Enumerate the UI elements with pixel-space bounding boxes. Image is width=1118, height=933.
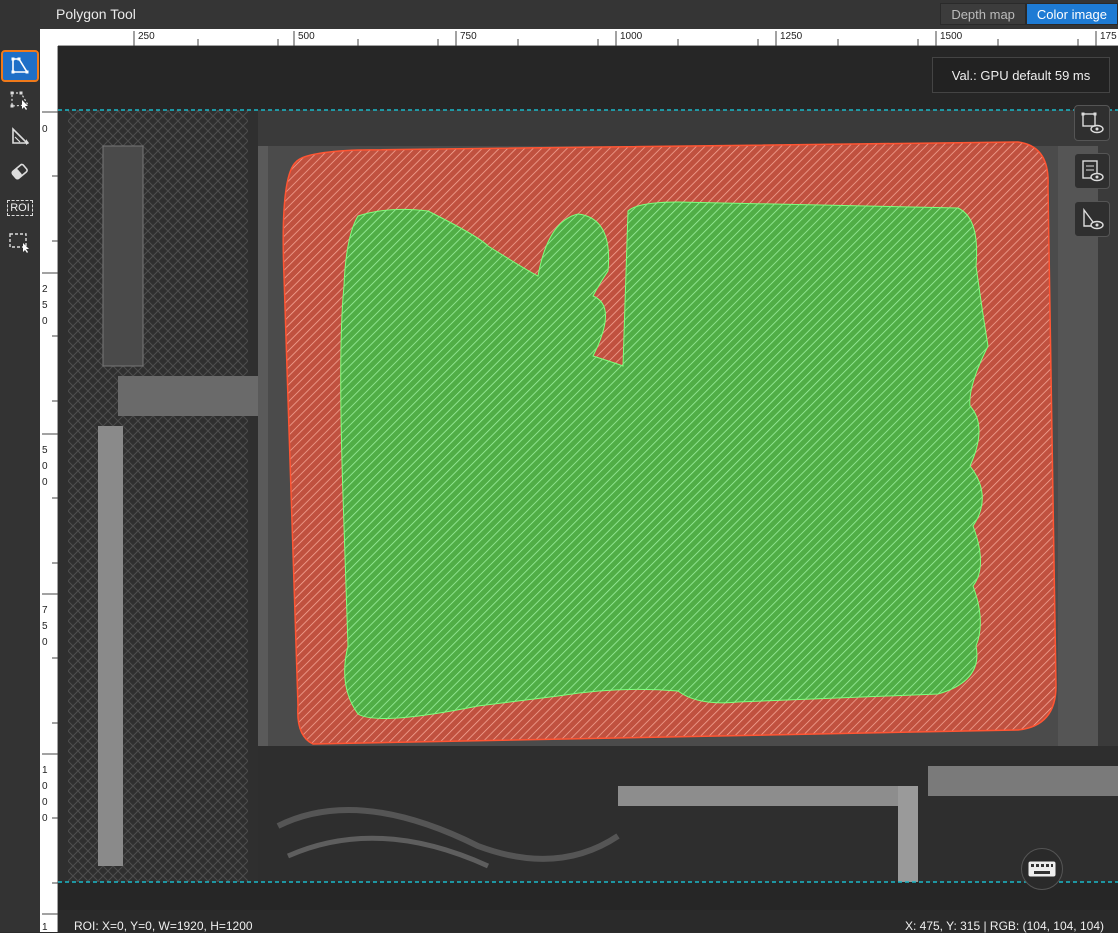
checklist-view-icon — [1082, 160, 1104, 182]
left-toolbar: ROI — [0, 0, 41, 932]
ruler-label: 500 — [298, 31, 315, 42]
ruler-label: 175 — [1100, 31, 1117, 42]
ruler-label: 1000 — [620, 31, 643, 42]
roi-select-icon — [9, 233, 29, 253]
title-bar: Polygon Tool Depth map Color image — [40, 0, 1118, 30]
roi-tool-button[interactable]: ROI — [3, 194, 37, 222]
ruler-label: 500 — [42, 445, 48, 488]
checklist-view-button[interactable] — [1074, 153, 1110, 189]
ruler-label: 1250 — [780, 31, 803, 42]
val-readout: Val.: GPU default 59 ms — [932, 57, 1110, 93]
roi-select-tool-button[interactable] — [3, 228, 37, 256]
depth-shape-icon — [12, 127, 29, 145]
depth-view-button[interactable] — [1074, 201, 1110, 237]
image-canvas[interactable]: Val.: GPU default 59 ms — [58, 46, 1118, 910]
view-toggle: Depth map Color image — [940, 3, 1118, 25]
cursor-status: X: 475, Y: 315 | RGB: (104, 104, 104) — [904, 919, 1104, 933]
ruler-label: 750 — [42, 605, 48, 648]
polygon-icon — [11, 57, 29, 74]
top-ruler: 250 500 750 1000 1250 1500 175 — [58, 29, 1118, 46]
depth-tool-button[interactable] — [3, 122, 37, 150]
eraser-tool-button[interactable] — [3, 158, 37, 186]
ruler-label: 250 — [138, 31, 155, 42]
val-label: Val.: — [951, 67, 977, 83]
green-polygon-region — [340, 201, 989, 719]
polygon-view-button[interactable] — [1074, 105, 1110, 141]
polygon-view-icon — [1081, 112, 1104, 134]
roi-icon: ROI — [7, 200, 33, 216]
roi-status: ROI: X=0, Y=0, W=1920, H=1200 — [74, 919, 253, 933]
color-image-tab[interactable]: Color image — [1025, 3, 1118, 25]
keyboard-icon — [1028, 861, 1056, 877]
ruler-label: 1 — [42, 922, 48, 932]
camera-image — [58, 46, 1118, 910]
val-text: GPU default 59 ms — [980, 67, 1091, 83]
ruler-label: 1000 — [42, 765, 48, 824]
eraser-icon — [11, 163, 28, 180]
point-edit-tool-button[interactable] — [3, 86, 37, 114]
depth-view-icon — [1083, 207, 1104, 230]
status-bar: ROI: X=0, Y=0, W=1920, H=1200 X: 475, Y:… — [58, 910, 1118, 933]
left-ruler: 0 250 500 750 1000 1 — [40, 46, 58, 932]
point-edit-icon — [10, 91, 30, 110]
keyboard-button[interactable] — [1021, 848, 1063, 890]
ruler-corner — [40, 29, 58, 46]
window-title: Polygon Tool — [56, 6, 136, 22]
ruler-label: 750 — [460, 31, 477, 42]
ruler-label: 0 — [42, 124, 48, 135]
ruler-label: 1500 — [940, 31, 963, 42]
depth-map-tab[interactable]: Depth map — [940, 3, 1026, 25]
polygon-tool-button[interactable] — [1, 50, 39, 82]
roi-label: ROI — [10, 202, 30, 214]
ruler-label: 250 — [42, 284, 48, 327]
